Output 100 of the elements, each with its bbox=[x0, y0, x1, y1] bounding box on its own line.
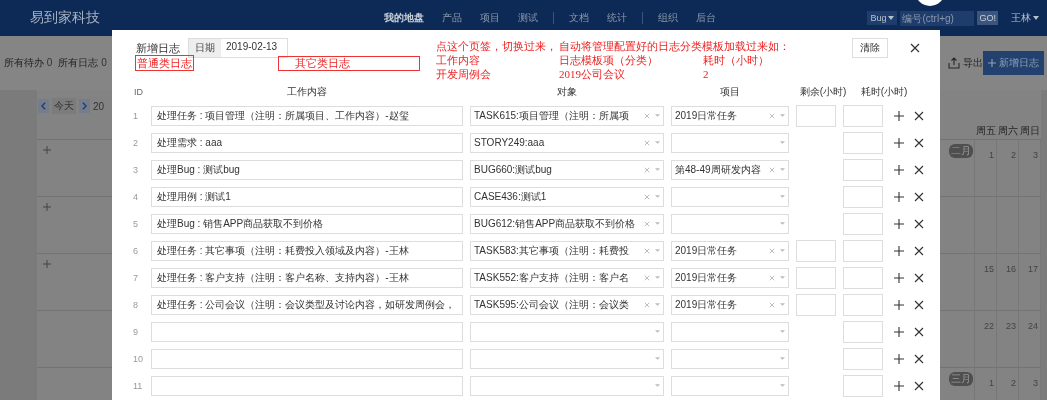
clear-icon[interactable] bbox=[644, 193, 650, 200]
project-select[interactable]: 2019日常任务 bbox=[671, 240, 789, 261]
add-row-icon[interactable] bbox=[894, 218, 904, 229]
hours-spent-field[interactable] bbox=[843, 347, 883, 370]
project-select[interactable] bbox=[671, 321, 789, 342]
object-select[interactable]: BUG660:测试bug bbox=[470, 159, 664, 180]
clear-icon[interactable] bbox=[644, 166, 650, 173]
hours-spent-field[interactable] bbox=[843, 158, 883, 181]
project-select[interactable] bbox=[671, 132, 789, 153]
work-content-field[interactable]: 处理任务 : 客户支持（注明：客户名称、支持内容）-王林 bbox=[151, 267, 463, 288]
add-row-icon[interactable] bbox=[894, 164, 904, 175]
hours-spent-field[interactable] bbox=[843, 239, 883, 262]
project-select[interactable]: 第48-49周研发内容 bbox=[671, 159, 789, 180]
project-select[interactable] bbox=[671, 375, 789, 396]
work-content-field[interactable]: 处理任务 : 其它事项（注明：耗费投入领域及内容）-王林 bbox=[151, 240, 463, 261]
project-select[interactable]: 2019日常任务 bbox=[671, 105, 789, 126]
project-select[interactable] bbox=[671, 348, 789, 369]
clear-icon[interactable] bbox=[769, 274, 775, 281]
search-type-dropdown[interactable]: Bug bbox=[867, 11, 898, 25]
work-content-field[interactable] bbox=[151, 348, 463, 369]
delete-row-icon[interactable] bbox=[914, 353, 924, 364]
filter-tab[interactable]: 所有待办 0 bbox=[4, 56, 53, 70]
add-icon[interactable] bbox=[43, 203, 51, 211]
export-link[interactable]: 导出 bbox=[948, 56, 983, 70]
object-select[interactable]: TASK615:项目管理（注明：所属项 bbox=[470, 105, 664, 126]
work-content-field[interactable]: 处理Bug : 测试bug bbox=[151, 159, 463, 180]
nav-menu-item[interactable]: 项目 bbox=[471, 11, 509, 25]
work-content-field[interactable]: 处理需求 : aaa bbox=[151, 132, 463, 153]
work-content-field[interactable]: 处理任务 : 公司会议（注明：会议类型及讨论内容，如研发周例会， bbox=[151, 294, 463, 315]
hours-spent-field[interactable] bbox=[843, 131, 883, 154]
clear-icon[interactable] bbox=[644, 301, 650, 308]
go-button[interactable]: GO! bbox=[977, 11, 998, 25]
add-row-icon[interactable] bbox=[894, 353, 904, 364]
clear-icon[interactable] bbox=[644, 112, 650, 119]
clear-icon[interactable] bbox=[644, 274, 650, 281]
hours-spent-field[interactable] bbox=[843, 185, 883, 208]
add-log-button[interactable]: 新增日志 bbox=[983, 51, 1044, 75]
project-select[interactable] bbox=[671, 213, 789, 234]
nav-menu-item[interactable]: 产品 bbox=[433, 11, 471, 25]
add-row-icon[interactable] bbox=[894, 299, 904, 310]
hours-spent-field[interactable] bbox=[843, 374, 883, 397]
project-select[interactable]: 2019日常任务 bbox=[671, 294, 789, 315]
hours-spent-field[interactable] bbox=[843, 293, 883, 316]
object-select[interactable] bbox=[470, 348, 664, 369]
delete-row-icon[interactable] bbox=[914, 326, 924, 337]
clear-button[interactable]: 清除 bbox=[852, 38, 888, 58]
work-content-field[interactable]: 处理Bug : 销售APP商品获取不到价格 bbox=[151, 213, 463, 234]
work-content-field[interactable] bbox=[151, 375, 463, 396]
delete-row-icon[interactable] bbox=[914, 245, 924, 256]
delete-row-icon[interactable] bbox=[914, 191, 924, 202]
nav-menu-item[interactable]: 组织 bbox=[649, 11, 687, 25]
work-content-field[interactable]: 处理用例 : 测试1 bbox=[151, 186, 463, 207]
object-select[interactable]: TASK583:其它事项（注明：耗费投 bbox=[470, 240, 664, 261]
nav-menu-item[interactable]: 文档 bbox=[560, 11, 598, 25]
clear-icon[interactable] bbox=[769, 112, 775, 119]
user-menu[interactable]: 王林 bbox=[1011, 11, 1039, 25]
remaining-hours-field[interactable] bbox=[796, 293, 836, 316]
add-row-icon[interactable] bbox=[894, 272, 904, 283]
add-icon[interactable] bbox=[43, 146, 51, 154]
project-select[interactable]: 2019日常任务 bbox=[671, 267, 789, 288]
remaining-hours-field[interactable] bbox=[796, 266, 836, 289]
object-select[interactable]: TASK552:客户支持（注明：客户名 bbox=[470, 267, 664, 288]
hours-spent-field[interactable] bbox=[843, 320, 883, 343]
clear-icon[interactable] bbox=[644, 247, 650, 254]
add-icon[interactable] bbox=[43, 260, 51, 268]
close-icon[interactable] bbox=[910, 43, 920, 53]
clear-icon[interactable] bbox=[644, 220, 650, 227]
add-row-icon[interactable] bbox=[894, 137, 904, 148]
previous-button[interactable] bbox=[38, 99, 49, 113]
delete-row-icon[interactable] bbox=[914, 137, 924, 148]
object-select[interactable] bbox=[470, 375, 664, 396]
clear-icon[interactable] bbox=[644, 139, 650, 146]
delete-row-icon[interactable] bbox=[914, 299, 924, 310]
add-row-icon[interactable] bbox=[894, 110, 904, 121]
clear-icon[interactable] bbox=[769, 166, 775, 173]
hours-spent-field[interactable] bbox=[843, 104, 883, 127]
hours-spent-field[interactable] bbox=[843, 212, 883, 235]
nav-menu-item[interactable]: 我的地盘 bbox=[375, 11, 433, 25]
work-content-field[interactable]: 处理任务 : 项目管理（注明：所属项目、工作内容）-赵玺 bbox=[151, 105, 463, 126]
clear-icon[interactable] bbox=[769, 301, 775, 308]
remaining-hours-field[interactable] bbox=[796, 104, 836, 127]
add-row-icon[interactable] bbox=[894, 191, 904, 202]
delete-row-icon[interactable] bbox=[914, 218, 924, 229]
search-field[interactable]: 编号(ctrl+g) bbox=[900, 10, 975, 26]
next-button[interactable] bbox=[79, 99, 90, 113]
delete-row-icon[interactable] bbox=[914, 164, 924, 175]
add-row-icon[interactable] bbox=[894, 245, 904, 256]
nav-menu-item[interactable]: 后台 bbox=[687, 11, 725, 25]
object-select[interactable]: BUG612:销售APP商品获取不到价格 bbox=[470, 213, 664, 234]
add-row-icon[interactable] bbox=[894, 380, 904, 391]
clear-icon[interactable] bbox=[769, 247, 775, 254]
delete-row-icon[interactable] bbox=[914, 272, 924, 283]
object-select[interactable]: STORY249:aaa bbox=[470, 132, 664, 153]
object-select[interactable]: TASK595:公司会议（注明：会议类 bbox=[470, 294, 664, 315]
object-select[interactable] bbox=[470, 321, 664, 342]
date-field[interactable]: 日期 2019-02-13 bbox=[188, 38, 289, 58]
remaining-hours-field[interactable] bbox=[796, 239, 836, 262]
nav-menu-item[interactable]: 统计 bbox=[598, 11, 636, 25]
hours-spent-field[interactable] bbox=[843, 266, 883, 289]
filter-tab[interactable]: 所有日志 0 bbox=[58, 56, 107, 70]
